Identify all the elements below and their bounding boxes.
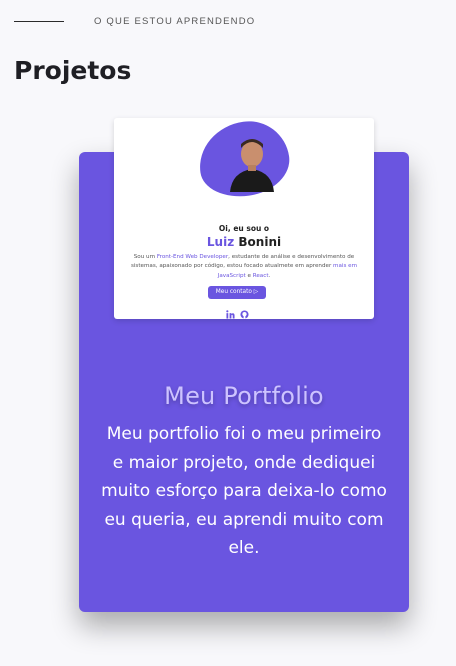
project-description: Meu portfolio foi o meu primeiro e maior…	[101, 424, 387, 558]
eyebrow-label: O QUE ESTOU APRENDENDO	[94, 16, 256, 27]
preview-name: Luiz Bonini	[114, 235, 374, 249]
preview-desc-part: Sou um	[133, 254, 157, 260]
preview-first-name: Luiz	[206, 235, 235, 249]
section-eyebrow: O QUE ESTOU APRENDENDO	[14, 16, 255, 27]
preview-greeting: Oi, eu sou o	[218, 224, 270, 233]
preview-contact-button: Meu contato ▷	[208, 286, 266, 299]
project-preview-image[interactable]: Oi, eu sou o Luiz Bonini Sou um Front-En…	[114, 118, 374, 319]
preview-desc-highlight: Front-End Web Developer	[156, 254, 229, 260]
project-title: Meu Portfolio	[164, 382, 324, 410]
eyebrow-line	[14, 21, 64, 22]
github-icon	[240, 304, 249, 319]
linkedin-icon	[226, 304, 235, 319]
preview-desc-part: .	[268, 272, 271, 279]
preview-last-name: Bonini	[238, 235, 282, 249]
section-title: Projetos	[14, 56, 132, 85]
preview-desc-highlight: React	[252, 272, 269, 279]
preview-description: Sou um Front-End Web Developer, estudant…	[130, 253, 358, 281]
preview-desc-part: e	[245, 272, 253, 279]
avatar	[230, 139, 274, 192]
preview-social-icons	[226, 304, 249, 319]
